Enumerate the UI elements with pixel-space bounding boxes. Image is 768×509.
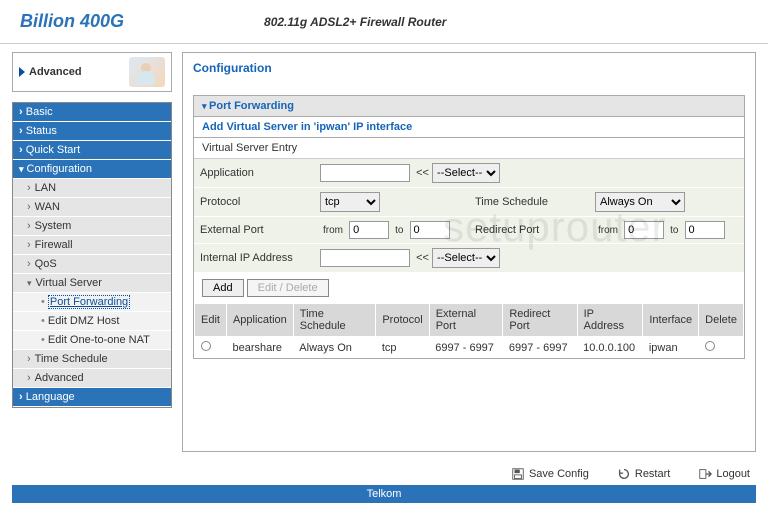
col-edit: Edit <box>195 304 227 337</box>
red-from-input[interactable] <box>624 221 664 239</box>
internal-ip-label: Internal IP Address <box>194 244 314 273</box>
form-table: Application << --Select-- Protocol tcp T… <box>194 159 744 273</box>
ext-from-input[interactable] <box>349 221 389 239</box>
nav-virtual-server[interactable]: Virtual Server <box>13 274 171 293</box>
nav-one-to-one-nat[interactable]: Edit One-to-one NAT <box>13 331 171 350</box>
nav-quickstart[interactable]: Quick Start <box>13 141 171 160</box>
logout-icon <box>698 467 712 481</box>
edit-delete-button: Edit / Delete <box>247 279 329 297</box>
operator-avatar <box>129 57 165 87</box>
nav-language[interactable]: Language <box>13 388 171 407</box>
timesched-label: Time Schedule <box>469 188 589 217</box>
cell-red: 6997 - 6997 <box>503 337 577 359</box>
nav-wan[interactable]: WAN <box>13 198 171 217</box>
cell-app: bearshare <box>226 337 293 359</box>
section-header[interactable]: Port Forwarding <box>194 96 744 117</box>
cell-ext: 6997 - 6997 <box>429 337 503 359</box>
port-forwarding-section: Port Forwarding Add Virtual Server in 'i… <box>193 95 745 359</box>
col-ip: IP Address <box>577 304 643 337</box>
entry-label: Virtual Server Entry <box>194 138 744 159</box>
brand-title: Billion 400G <box>20 11 124 32</box>
mode-tab[interactable]: Advanced <box>12 52 172 92</box>
nav-system[interactable]: System <box>13 217 171 236</box>
footer-brand-bar: Telkom <box>12 485 756 503</box>
nav-firewall[interactable]: Firewall <box>13 236 171 255</box>
save-icon <box>511 467 525 481</box>
entries-table: Edit Application Time Schedule Protocol … <box>194 303 744 358</box>
save-config-button[interactable]: Save Config <box>511 467 589 481</box>
nav-basic[interactable]: Basic <box>13 103 171 122</box>
col-proto: Protocol <box>376 304 429 337</box>
logout-button[interactable]: Logout <box>698 467 750 481</box>
cell-proto: tcp <box>376 337 429 359</box>
nav-qos[interactable]: QoS <box>13 255 171 274</box>
nav-time-schedule[interactable]: Time Schedule <box>13 350 171 369</box>
cell-ts: Always On <box>293 337 376 359</box>
application-input[interactable] <box>320 164 410 182</box>
mode-tab-label: Advanced <box>29 66 82 78</box>
content-panel: Configuration setuprouter Port Forwardin… <box>182 52 756 452</box>
application-label: Application <box>194 159 314 188</box>
application-select[interactable]: --Select-- <box>432 163 500 183</box>
table-row: bearshare Always On tcp 6997 - 6997 6997… <box>195 337 744 359</box>
col-del: Delete <box>699 304 744 337</box>
cell-iface: ipwan <box>643 337 699 359</box>
sidebar: Advanced Basic Status Quick Start Config… <box>12 52 172 452</box>
delete-radio[interactable] <box>705 341 715 351</box>
edit-radio[interactable] <box>201 341 211 351</box>
nav-lan[interactable]: LAN <box>13 179 171 198</box>
nav-configuration[interactable]: Configuration <box>13 160 171 179</box>
ext-to-input[interactable] <box>410 221 450 239</box>
nav-menu: Basic Status Quick Start Configuration L… <box>12 102 172 408</box>
main-layout: Advanced Basic Status Quick Start Config… <box>0 44 768 452</box>
col-ext: External Port <box>429 304 503 337</box>
nav-port-forwarding[interactable]: Port Forwarding <box>13 293 171 312</box>
button-row: Add Edit / Delete <box>194 273 744 303</box>
redirect-port-label: Redirect Port <box>469 217 589 244</box>
page-title: Configuration <box>193 61 745 75</box>
select-btn-label: << <box>416 167 429 179</box>
col-ts: Time Schedule <box>293 304 376 337</box>
restart-icon <box>617 467 631 481</box>
nav-dmz-host[interactable]: Edit DMZ Host <box>13 312 171 331</box>
restart-button[interactable]: Restart <box>617 467 670 481</box>
table-header-row: Edit Application Time Schedule Protocol … <box>195 304 744 337</box>
protocol-label: Protocol <box>194 188 314 217</box>
external-port-label: External Port <box>194 217 314 244</box>
protocol-select[interactable]: tcp <box>320 192 380 212</box>
nav-advanced[interactable]: Advanced <box>13 369 171 388</box>
cell-ip: 10.0.0.100 <box>577 337 643 359</box>
brand-subtitle: 802.11g ADSL2+ Firewall Router <box>264 15 446 29</box>
chevron-right-icon <box>19 67 25 77</box>
col-red: Redirect Port <box>503 304 577 337</box>
nav-status[interactable]: Status <box>13 122 171 141</box>
footer-actions: Save Config Restart Logout <box>511 467 750 481</box>
section-subtitle: Add Virtual Server in 'ipwan' IP interfa… <box>194 117 744 138</box>
app-header: Billion 400G 802.11g ADSL2+ Firewall Rou… <box>0 0 768 44</box>
timesched-select[interactable]: Always On <box>595 192 685 212</box>
intip-input[interactable] <box>320 249 410 267</box>
add-button[interactable]: Add <box>202 279 244 297</box>
col-iface: Interface <box>643 304 699 337</box>
intip-select[interactable]: --Select-- <box>432 248 500 268</box>
red-to-input[interactable] <box>685 221 725 239</box>
col-app: Application <box>226 304 293 337</box>
